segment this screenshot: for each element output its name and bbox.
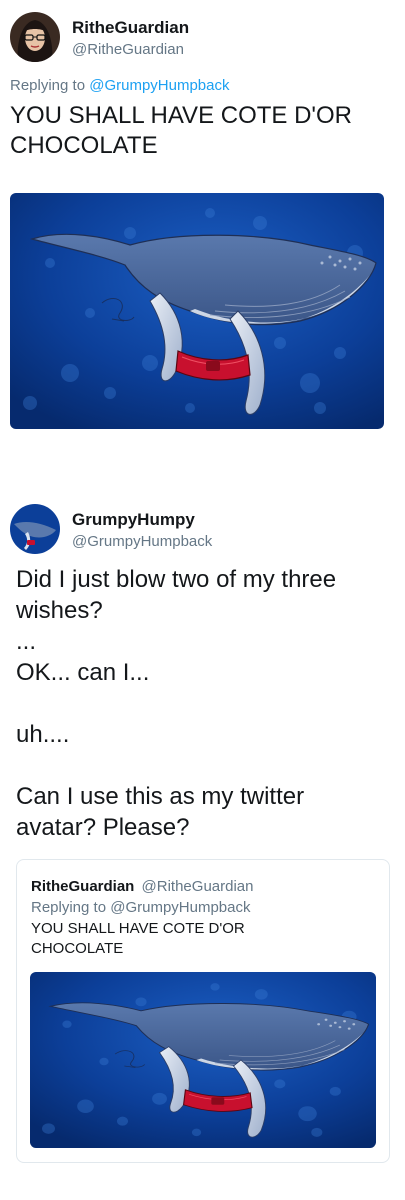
replying-prefix: Replying to (10, 77, 86, 94)
humpback-whale-drawing-icon (10, 193, 384, 429)
quoted-replying-to-line: Replying to @GrumpyHumpback (31, 899, 251, 916)
replying-to-line: Replying to @GrumpyHumpback (10, 77, 230, 94)
tweet-header: GrumpyHumpy @GrumpyHumpback (10, 504, 390, 556)
tweet-text-line: uh.... (16, 721, 70, 748)
replying-prefix: Replying to (31, 899, 107, 916)
tweet-text-line: Can I use this as my twitter avatar? Ple… (16, 783, 305, 841)
quoted-user-handle: @RitheGuardian (141, 878, 254, 895)
avatar[interactable] (10, 504, 60, 554)
quoted-tweet-media[interactable] (30, 972, 376, 1148)
tweet-media[interactable] (10, 193, 384, 429)
tweet-text: Did I just blow two of my three wishes? … (16, 564, 376, 843)
replying-to-handle: @GrumpyHumpback (110, 899, 251, 916)
line-break (16, 688, 376, 719)
quoted-tweet-header: RitheGuardian @RitheGuardian (31, 878, 253, 895)
tweet-text: YOU SHALL HAVE COTE D'OR CHOCOLATE (10, 102, 352, 159)
display-name[interactable]: RitheGuardian (72, 18, 189, 38)
tweet-grumpyhumpy: GrumpyHumpy @GrumpyHumpback Did I just b… (0, 490, 405, 1200)
quoted-tweet[interactable]: RitheGuardian @RitheGuardian Replying to… (16, 859, 390, 1163)
author-names: GrumpyHumpy @GrumpyHumpback (72, 510, 212, 550)
tweet-text-line: Did I just blow two of my three wishes? (16, 566, 337, 624)
user-handle[interactable]: @RitheGuardian (72, 41, 189, 58)
whale-avatar-icon (10, 504, 60, 554)
avatar-icon (10, 12, 60, 62)
tweet-text-line: ... (16, 628, 37, 655)
line-break (16, 750, 376, 781)
avatar[interactable] (10, 12, 60, 62)
tweet-text-line: OK... can I... (16, 659, 150, 686)
quoted-tweet-text: YOU SHALL HAVE COTE D'OR CHOCOLATE (31, 920, 245, 957)
author-names: RitheGuardian @RitheGuardian (72, 18, 189, 58)
tweet-header: RitheGuardian @RitheGuardian (10, 12, 390, 64)
display-name[interactable]: GrumpyHumpy (72, 510, 212, 530)
user-handle[interactable]: @GrumpyHumpback (72, 533, 212, 550)
tweet-ritheguardian: RitheGuardian @RitheGuardian Replying to… (0, 0, 405, 450)
humpback-whale-drawing-icon (30, 972, 376, 1148)
quoted-display-name: RitheGuardian (31, 878, 135, 895)
replying-to-link[interactable]: @GrumpyHumpback (89, 77, 229, 94)
